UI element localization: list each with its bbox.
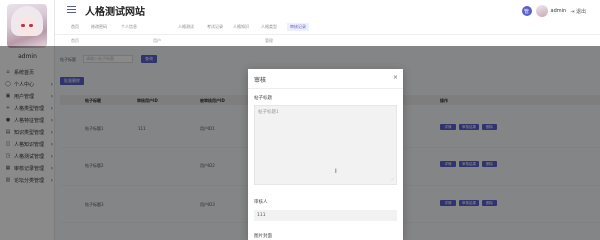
tab-review-records[interactable]: 审核记录: [287, 23, 309, 31]
tab-change-password[interactable]: 修改密码: [91, 24, 107, 30]
header-user-area: 管 admin ⇥ 退出: [521, 5, 586, 17]
breadcrumb-item[interactable]: 首页: [71, 38, 79, 44]
post-title-label: 帖子标题: [254, 96, 272, 101]
tab-home[interactable]: 首页: [71, 24, 79, 30]
breadcrumb: 首页 用户 管理: [55, 34, 600, 46]
tab-exam-records[interactable]: 考试记录: [207, 24, 223, 30]
header-username[interactable]: admin: [551, 8, 567, 14]
review-dialog: 审核 × 帖子标题 帖子标题1 I ⟋ 审核人 111 图片封面: [248, 69, 403, 240]
breadcrumb-item[interactable]: 用户: [153, 38, 161, 44]
reviewer-field[interactable]: 111: [254, 210, 397, 221]
close-icon[interactable]: ×: [393, 74, 398, 81]
header-avatar[interactable]: [535, 5, 548, 17]
tab-personality-type[interactable]: 人格类型: [261, 24, 277, 30]
cover-image-label: 图片封面: [254, 234, 272, 239]
tab-personality-test[interactable]: 人格测试: [178, 24, 194, 30]
top-header: 人格测试网站 管 admin ⇥ 退出: [55, 0, 600, 22]
role-badge: 管: [521, 6, 532, 16]
logout-button[interactable]: ⇥ 退出: [570, 8, 586, 15]
reviewer-label: 审核人: [254, 200, 268, 205]
text-cursor-icon: I: [335, 168, 337, 175]
tab-personality-knowledge[interactable]: 人格知识: [233, 24, 249, 30]
resize-handle-icon[interactable]: ⟋: [391, 177, 394, 182]
tab-personal-info[interactable]: 个人信息: [121, 24, 137, 30]
hamburger-menu-icon[interactable]: [67, 6, 76, 15]
post-title-textarea[interactable]: 帖子标题1 I ⟋: [254, 105, 397, 185]
tab-bar: 首页 修改密码 个人信息 人格测试 考试记录 人格知识 人格类型 审核记录: [55, 22, 600, 34]
dialog-divider: [248, 88, 403, 89]
logout-label: 退出: [575, 8, 586, 15]
site-title: 人格测试网站: [85, 7, 145, 18]
breadcrumb-item[interactable]: 管理: [265, 38, 273, 44]
admin-avatar: [7, 4, 47, 48]
dialog-title: 审核: [254, 77, 267, 84]
post-title-value: 帖子标题1: [258, 110, 279, 115]
